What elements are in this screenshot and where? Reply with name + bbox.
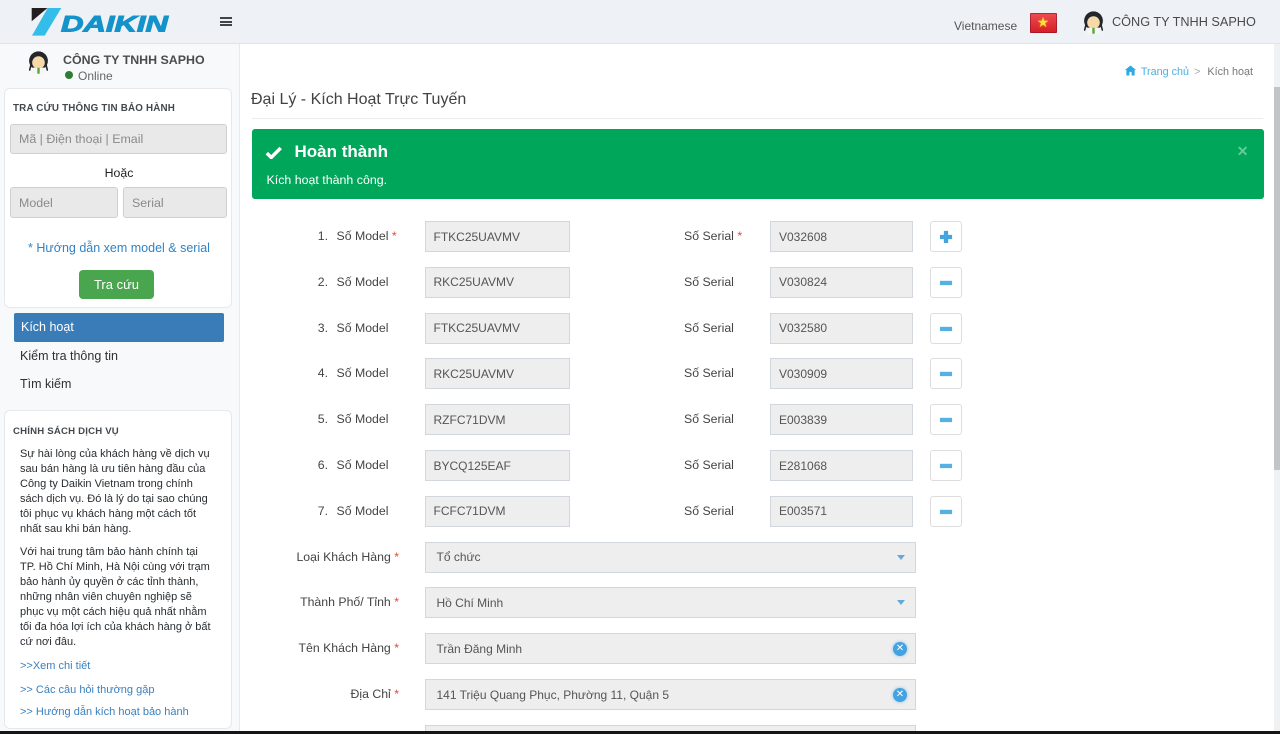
svg-text:DAIKIN: DAIKIN (61, 12, 170, 37)
